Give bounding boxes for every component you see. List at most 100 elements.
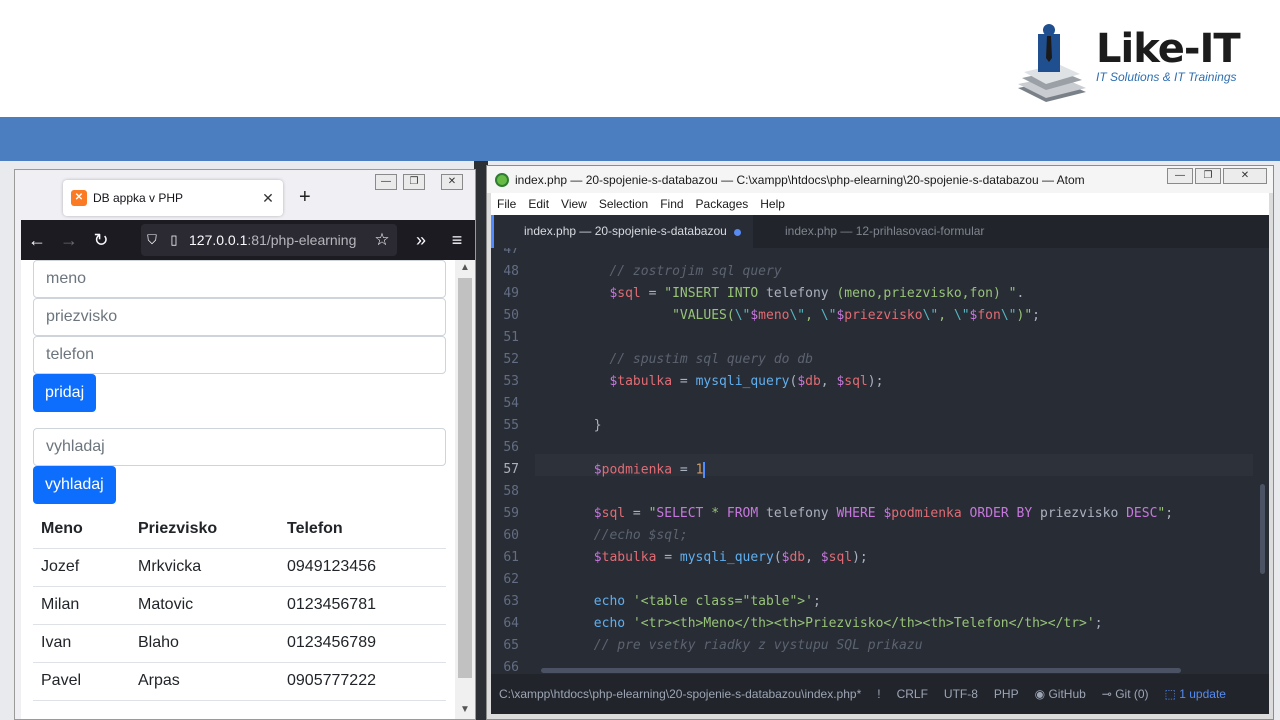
column-header: Priezvisko	[130, 510, 279, 549]
status-file-path[interactable]: C:\xampp\htdocs\php-elearning\20-spojeni…	[491, 687, 869, 701]
table-cell: 0123456781	[279, 586, 446, 625]
editor-tab-active[interactable]: index.php — 20-spojenie-s-databazou	[491, 215, 753, 248]
menu-selection[interactable]: Selection	[593, 197, 654, 211]
line-number: 56	[503, 440, 519, 455]
hamburger-menu-icon[interactable]: ≡	[441, 224, 473, 256]
git-commit-icon: ⊸	[1101, 687, 1112, 701]
table-row: Pavel Arpas 0905777222	[33, 662, 446, 701]
scroll-down-arrow-icon[interactable]: ▼	[455, 704, 475, 715]
bookmark-star-icon[interactable]: ☆	[369, 224, 395, 256]
table-header-row: Meno Priezvisko Telefon	[33, 510, 446, 549]
status-update-label: 1 update	[1179, 687, 1226, 701]
status-github[interactable]: ◉ GitHub	[1027, 687, 1094, 701]
line-number: 62	[503, 572, 519, 587]
menu-edit[interactable]: Edit	[522, 197, 555, 211]
table-cell: Mrkvicka	[130, 548, 279, 587]
url-host: 127.0.0.1	[189, 232, 248, 248]
atom-minimize-button[interactable]: —	[1167, 168, 1193, 184]
line-number: 54	[503, 396, 519, 411]
status-encoding[interactable]: UTF-8	[936, 687, 986, 701]
status-grammar[interactable]: PHP	[986, 687, 1027, 701]
line-number: 59	[503, 506, 519, 521]
tab-close-icon[interactable]: ✕	[259, 190, 277, 207]
menu-file[interactable]: File	[491, 197, 522, 211]
code-line: // zostrojim sql query	[609, 264, 782, 279]
close-window-button[interactable]: ✕	[441, 174, 463, 190]
url-text[interactable]: 127.0.0.1:81/php-elearning	[189, 232, 356, 248]
url-bar[interactable]: ⛉ ▯ 127.0.0.1:81/php-elearning ☆	[141, 224, 397, 256]
more-tools-icon[interactable]: »	[405, 224, 437, 256]
line-number: 50	[503, 308, 519, 323]
line-number: 47	[503, 248, 519, 257]
line-number: 52	[503, 352, 519, 367]
code-line: // spustim sql query do db	[609, 352, 813, 367]
atom-menu-bar: File Edit View Selection Find Packages H…	[491, 193, 1269, 215]
atom-title-bar: index.php — 20-spojenie-s-databazou — C:…	[487, 166, 1273, 193]
atom-restore-button[interactable]: ❐	[1195, 168, 1221, 184]
line-number-gutter: 47 48 49 50 51 52 53 54 55 56 57 58 59 6…	[491, 248, 531, 674]
phone-table: Meno Priezvisko Telefon Jozef Mrkvicka 0…	[33, 510, 446, 701]
new-tab-button[interactable]: +	[299, 186, 311, 209]
line-number: 63	[503, 594, 519, 609]
logo-figure-icon	[1018, 24, 1086, 102]
atom-close-button[interactable]: ✕	[1223, 168, 1267, 184]
browser-nav-bar: ← → ↻ ⛉ ▯ 127.0.0.1:81/php-elearning ☆ »…	[21, 220, 475, 260]
restore-button[interactable]: ❐	[403, 174, 425, 190]
telefon-input[interactable]: telefon	[33, 336, 446, 374]
editor-tab-label: index.php — 20-spojenie-s-databazou	[524, 224, 727, 238]
editor-tab-inactive[interactable]: index.php — 12-prihlasovaci-formular	[755, 215, 995, 248]
code-line: echo '<table class="table">';	[593, 594, 821, 609]
shield-icon[interactable]: ⛉	[141, 232, 163, 248]
column-header: Telefon	[279, 510, 446, 549]
table-row: Milan Matovic 0123456781	[33, 586, 446, 625]
forward-arrow-icon[interactable]: →	[53, 224, 85, 256]
modified-indicator-icon	[734, 229, 741, 236]
atom-app-icon	[495, 172, 509, 187]
editor-vertical-scrollbar[interactable]	[1260, 484, 1265, 574]
line-number: 55	[503, 418, 519, 433]
reload-icon[interactable]: ↻	[85, 224, 117, 256]
table-cell: Milan	[33, 586, 130, 625]
priezvisko-input[interactable]: priezvisko	[33, 298, 446, 336]
editor-tab-bar: index.php — 20-spojenie-s-databazou inde…	[491, 215, 1269, 248]
editor-horizontal-scrollbar[interactable]	[541, 668, 1181, 673]
table-cell: Jozef	[33, 548, 130, 587]
code-line: $tabulka = mysqli_query($db, $sql);	[593, 550, 868, 565]
status-bar: C:\xampp\htdocs\php-elearning\20-spojeni…	[491, 674, 1269, 714]
menu-view[interactable]: View	[555, 197, 593, 211]
meno-input[interactable]: meno	[33, 260, 446, 298]
browser-tab[interactable]: ✕ DB appka v PHP ✕	[63, 180, 283, 216]
menu-find[interactable]: Find	[654, 197, 689, 211]
vyhladaj-input[interactable]: vyhladaj	[33, 428, 446, 466]
status-github-label: GitHub	[1048, 687, 1086, 701]
line-number: 65	[503, 638, 519, 653]
table-cell: Matovic	[130, 586, 279, 625]
table-cell: Blaho	[130, 624, 279, 663]
menu-help[interactable]: Help	[754, 197, 791, 211]
back-arrow-icon[interactable]: ←	[21, 224, 53, 256]
browser-tab-title: DB appka v PHP	[93, 191, 184, 205]
code-line: "VALUES(\"$meno\", \"$priezvisko\", \"$f…	[672, 308, 1040, 323]
page-scrollbar[interactable]: ▲ ▼	[455, 260, 475, 719]
browser-tab-bar: ✕ DB appka v PHP ✕ + — ❐ ✕	[15, 170, 475, 220]
table-cell: 0949123456	[279, 548, 446, 587]
code-line: // pre vsetky riadky z vystupu SQL prika…	[593, 638, 923, 653]
scrollbar-thumb[interactable]	[458, 278, 472, 678]
vyhladaj-button[interactable]: vyhladaj	[33, 466, 116, 504]
column-header: Meno	[33, 510, 130, 549]
menu-packages[interactable]: Packages	[690, 197, 755, 211]
scroll-up-arrow-icon[interactable]: ▲	[455, 262, 475, 273]
logo-title: Like-IT	[1096, 26, 1241, 72]
xampp-favicon-icon: ✕	[71, 190, 87, 206]
table-cell: Arpas	[130, 662, 279, 701]
status-line-ending[interactable]: CRLF	[889, 687, 936, 701]
status-update[interactable]: ⬚ 1 update	[1157, 687, 1234, 701]
minimize-button[interactable]: —	[375, 174, 397, 190]
pridaj-button[interactable]: pridaj	[33, 374, 97, 412]
code-line: }	[539, 418, 602, 433]
status-git[interactable]: ⊸ Git (0)	[1094, 687, 1157, 701]
line-number: 58	[503, 484, 519, 499]
like-it-logo: Like-IT IT Solutions & IT Trainings	[1014, 22, 1254, 110]
table-row: Ivan Blaho 0123456789	[33, 624, 446, 663]
code-editor[interactable]: 47 48 49 50 51 52 53 54 55 56 57 58 59 6…	[491, 248, 1269, 674]
